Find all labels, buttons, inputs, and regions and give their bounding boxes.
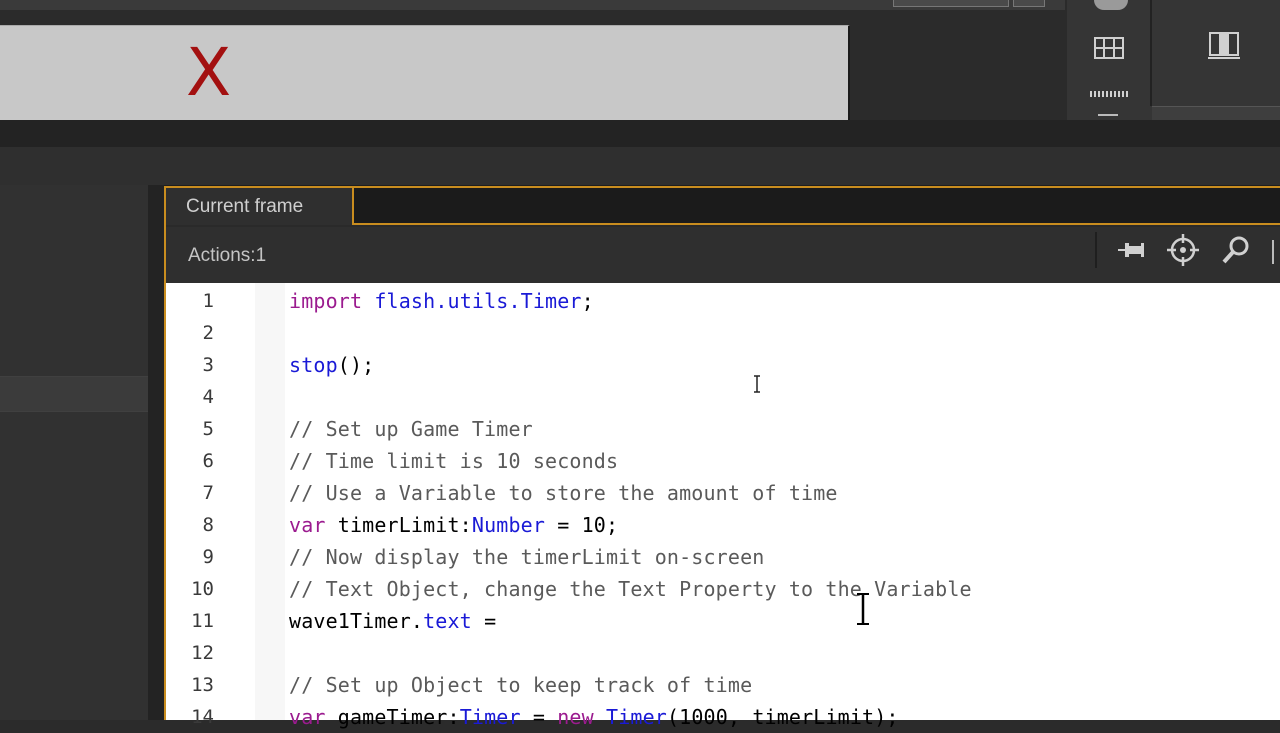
line-number: 14 (191, 706, 214, 728)
code-line[interactable]: // Time limit is 10 seconds (289, 445, 618, 477)
code-text: wave1Timer. (289, 609, 424, 633)
code-comment: // Set up Object to keep track of time (289, 673, 753, 697)
panel-header-bar (0, 147, 1280, 186)
grid-icon[interactable] (1094, 37, 1124, 59)
code-line[interactable]: // Now display the timerLimit on-screen (289, 541, 764, 573)
tools-panel-footer (1152, 106, 1280, 121)
code-text: = 10; (545, 513, 619, 537)
top-toolbar-strip (0, 0, 1065, 10)
code-text: ; (581, 289, 594, 313)
code-identifier: flash.utils.Timer (374, 289, 582, 313)
panel-separator-bar (0, 120, 1280, 147)
code-text: timerLimit: (325, 513, 472, 537)
code-line[interactable]: import flash.utils.Timer; (289, 285, 594, 317)
line-number: 8 (202, 514, 214, 536)
line-number: 9 (202, 546, 214, 568)
sidebar-selected-item[interactable] (0, 376, 148, 412)
line-number: 12 (191, 642, 214, 664)
actions-frame-label: Actions:1 (188, 245, 267, 266)
tools-panel-divider (1150, 0, 1152, 106)
code-text: = (520, 705, 558, 729)
code-keyword: import (289, 289, 363, 313)
text-cursor-icon (754, 375, 760, 393)
line-number: 10 (191, 578, 214, 600)
line-number: 7 (202, 482, 214, 504)
stage-x-mark[interactable]: X (186, 40, 231, 106)
line-number: 2 (202, 322, 214, 344)
find-icon[interactable] (1219, 233, 1253, 267)
code-line[interactable]: wave1Timer.text = (289, 605, 496, 637)
line-number: 13 (191, 674, 214, 696)
line-number: 5 (202, 418, 214, 440)
code-text: (1000, timerLimit); (666, 705, 899, 729)
code-line[interactable]: // Use a Variable to store the amount of… (289, 477, 838, 509)
top-control-small[interactable] (1013, 0, 1045, 7)
top-control[interactable] (893, 0, 1009, 7)
code-comment: // Now display the timerLimit on-screen (289, 545, 765, 569)
tools-panel (1067, 0, 1280, 120)
code-comment: // Time limit is 10 seconds (289, 449, 619, 473)
line-number: 1 (202, 290, 214, 312)
code-line[interactable]: var timerLimit:Number = 10; (289, 509, 618, 541)
toolbar-overflow-icon[interactable] (1272, 240, 1280, 264)
code-identifier: Timer (606, 705, 667, 729)
line-number: 3 (202, 354, 214, 376)
code-identifier: stop (289, 353, 338, 377)
code-identifier: Timer (459, 705, 521, 729)
panel-grip-icon[interactable] (1090, 91, 1130, 97)
code-comment: // Use a Variable to store the amount of… (289, 481, 838, 505)
code-text: = (471, 609, 497, 633)
mouse-ibeam-cursor-icon (857, 593, 869, 625)
code-comment: // Set up Game Timer (289, 417, 533, 441)
code-line[interactable]: var gameTimer:Timer = new Timer(1000, ti… (289, 701, 899, 733)
tab-current-frame[interactable]: Current frame (166, 188, 354, 225)
pin-icon[interactable] (1115, 233, 1149, 267)
code-text: (); (337, 353, 375, 377)
eye-icon[interactable] (1094, 0, 1128, 10)
sidebar-gutter (148, 185, 164, 720)
code-identifier: Number (471, 513, 546, 537)
line-number: 11 (191, 610, 214, 632)
code-keyword: var (289, 705, 326, 729)
code-keyword: var (289, 513, 326, 537)
document-icon[interactable] (1207, 30, 1241, 60)
line-number: 6 (202, 450, 214, 472)
left-sidebar (0, 185, 148, 720)
target-icon[interactable] (1166, 233, 1200, 267)
actions-toolbar (166, 227, 1280, 283)
stage-canvas[interactable]: X (0, 25, 850, 121)
code-line[interactable]: stop(); (289, 349, 374, 381)
code-editor-gutter (255, 283, 285, 720)
code-keyword: new (557, 705, 594, 729)
code-line[interactable]: // Set up Object to keep track of time (289, 669, 752, 701)
code-identifier: text (423, 609, 472, 633)
code-line[interactable]: // Set up Game Timer (289, 413, 533, 445)
toolbar-divider (1095, 232, 1097, 268)
code-text: gameTimer: (325, 705, 460, 729)
line-number: 4 (202, 386, 214, 408)
